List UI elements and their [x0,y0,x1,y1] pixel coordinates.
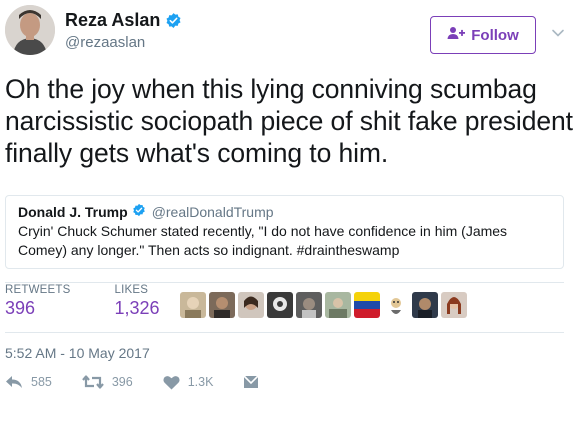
retweets-stat[interactable]: RETWEETS 396 [5,284,71,319]
divider [5,282,564,283]
direct-message-button[interactable] [243,375,260,389]
retweet-icon [82,374,104,390]
liker-avatar[interactable] [325,292,351,318]
heart-icon [163,375,180,390]
verified-badge-icon [165,12,182,29]
add-user-icon [447,26,466,44]
author-avatar[interactable] [5,5,55,55]
tweet-text: Oh the joy when this lying conniving scu… [5,74,573,168]
likes-value: 1,326 [114,298,160,318]
liker-avatar[interactable] [412,292,438,318]
quoted-tweet[interactable]: Donald J. Trump @realDonaldTrump Cryin' … [5,195,564,269]
retweets-value: 396 [5,298,36,318]
quoted-tweet-text: Cryin' Chuck Schumer stated recently, "I… [18,223,508,258]
liker-avatar[interactable] [383,292,409,318]
likes-label: LIKES [114,284,149,296]
chevron-down-icon[interactable] [550,25,566,41]
like-count: 1.3K [187,375,214,389]
likes-stat[interactable]: LIKES 1,326 [115,284,160,319]
envelope-icon [243,375,260,389]
liker-avatar[interactable] [209,292,235,318]
retweet-button[interactable]: 396 [82,374,133,390]
liker-avatar[interactable] [180,292,206,318]
tweet-actions: 585 396 1.3K [5,374,289,390]
liker-avatar[interactable] [296,292,322,318]
author-info: Reza Aslan @rezaaslan [65,10,182,51]
retweet-count: 396 [111,375,133,389]
liker-avatar[interactable] [267,292,293,318]
reply-count: 585 [31,375,52,389]
follow-button[interactable]: Follow [430,16,536,54]
divider [5,332,564,333]
reply-icon [5,374,23,390]
likers-avatar-row [180,292,467,318]
like-button[interactable]: 1.3K [163,375,214,390]
tweet-timestamp[interactable]: 5:52 AM - 10 May 2017 [5,345,150,361]
retweets-label: RETWEETS [5,284,71,296]
tweet-stats: RETWEETS 396 LIKES 1,326 [5,284,564,326]
follow-button-label: Follow [471,26,519,44]
reply-button[interactable]: 585 [5,374,52,390]
author-handle[interactable]: @rezaaslan [65,34,182,51]
liker-avatar[interactable] [354,292,380,318]
verified-badge-icon [132,203,146,220]
liker-avatar[interactable] [238,292,264,318]
author-name[interactable]: Reza Aslan [65,10,160,31]
quoted-author-name: Donald J. Trump [18,203,128,220]
quoted-author-handle: @realDonaldTrump [151,203,274,220]
liker-avatar[interactable] [441,292,467,318]
tweet-card: Reza Aslan @rezaaslan Follow Oh the joy … [0,0,581,423]
